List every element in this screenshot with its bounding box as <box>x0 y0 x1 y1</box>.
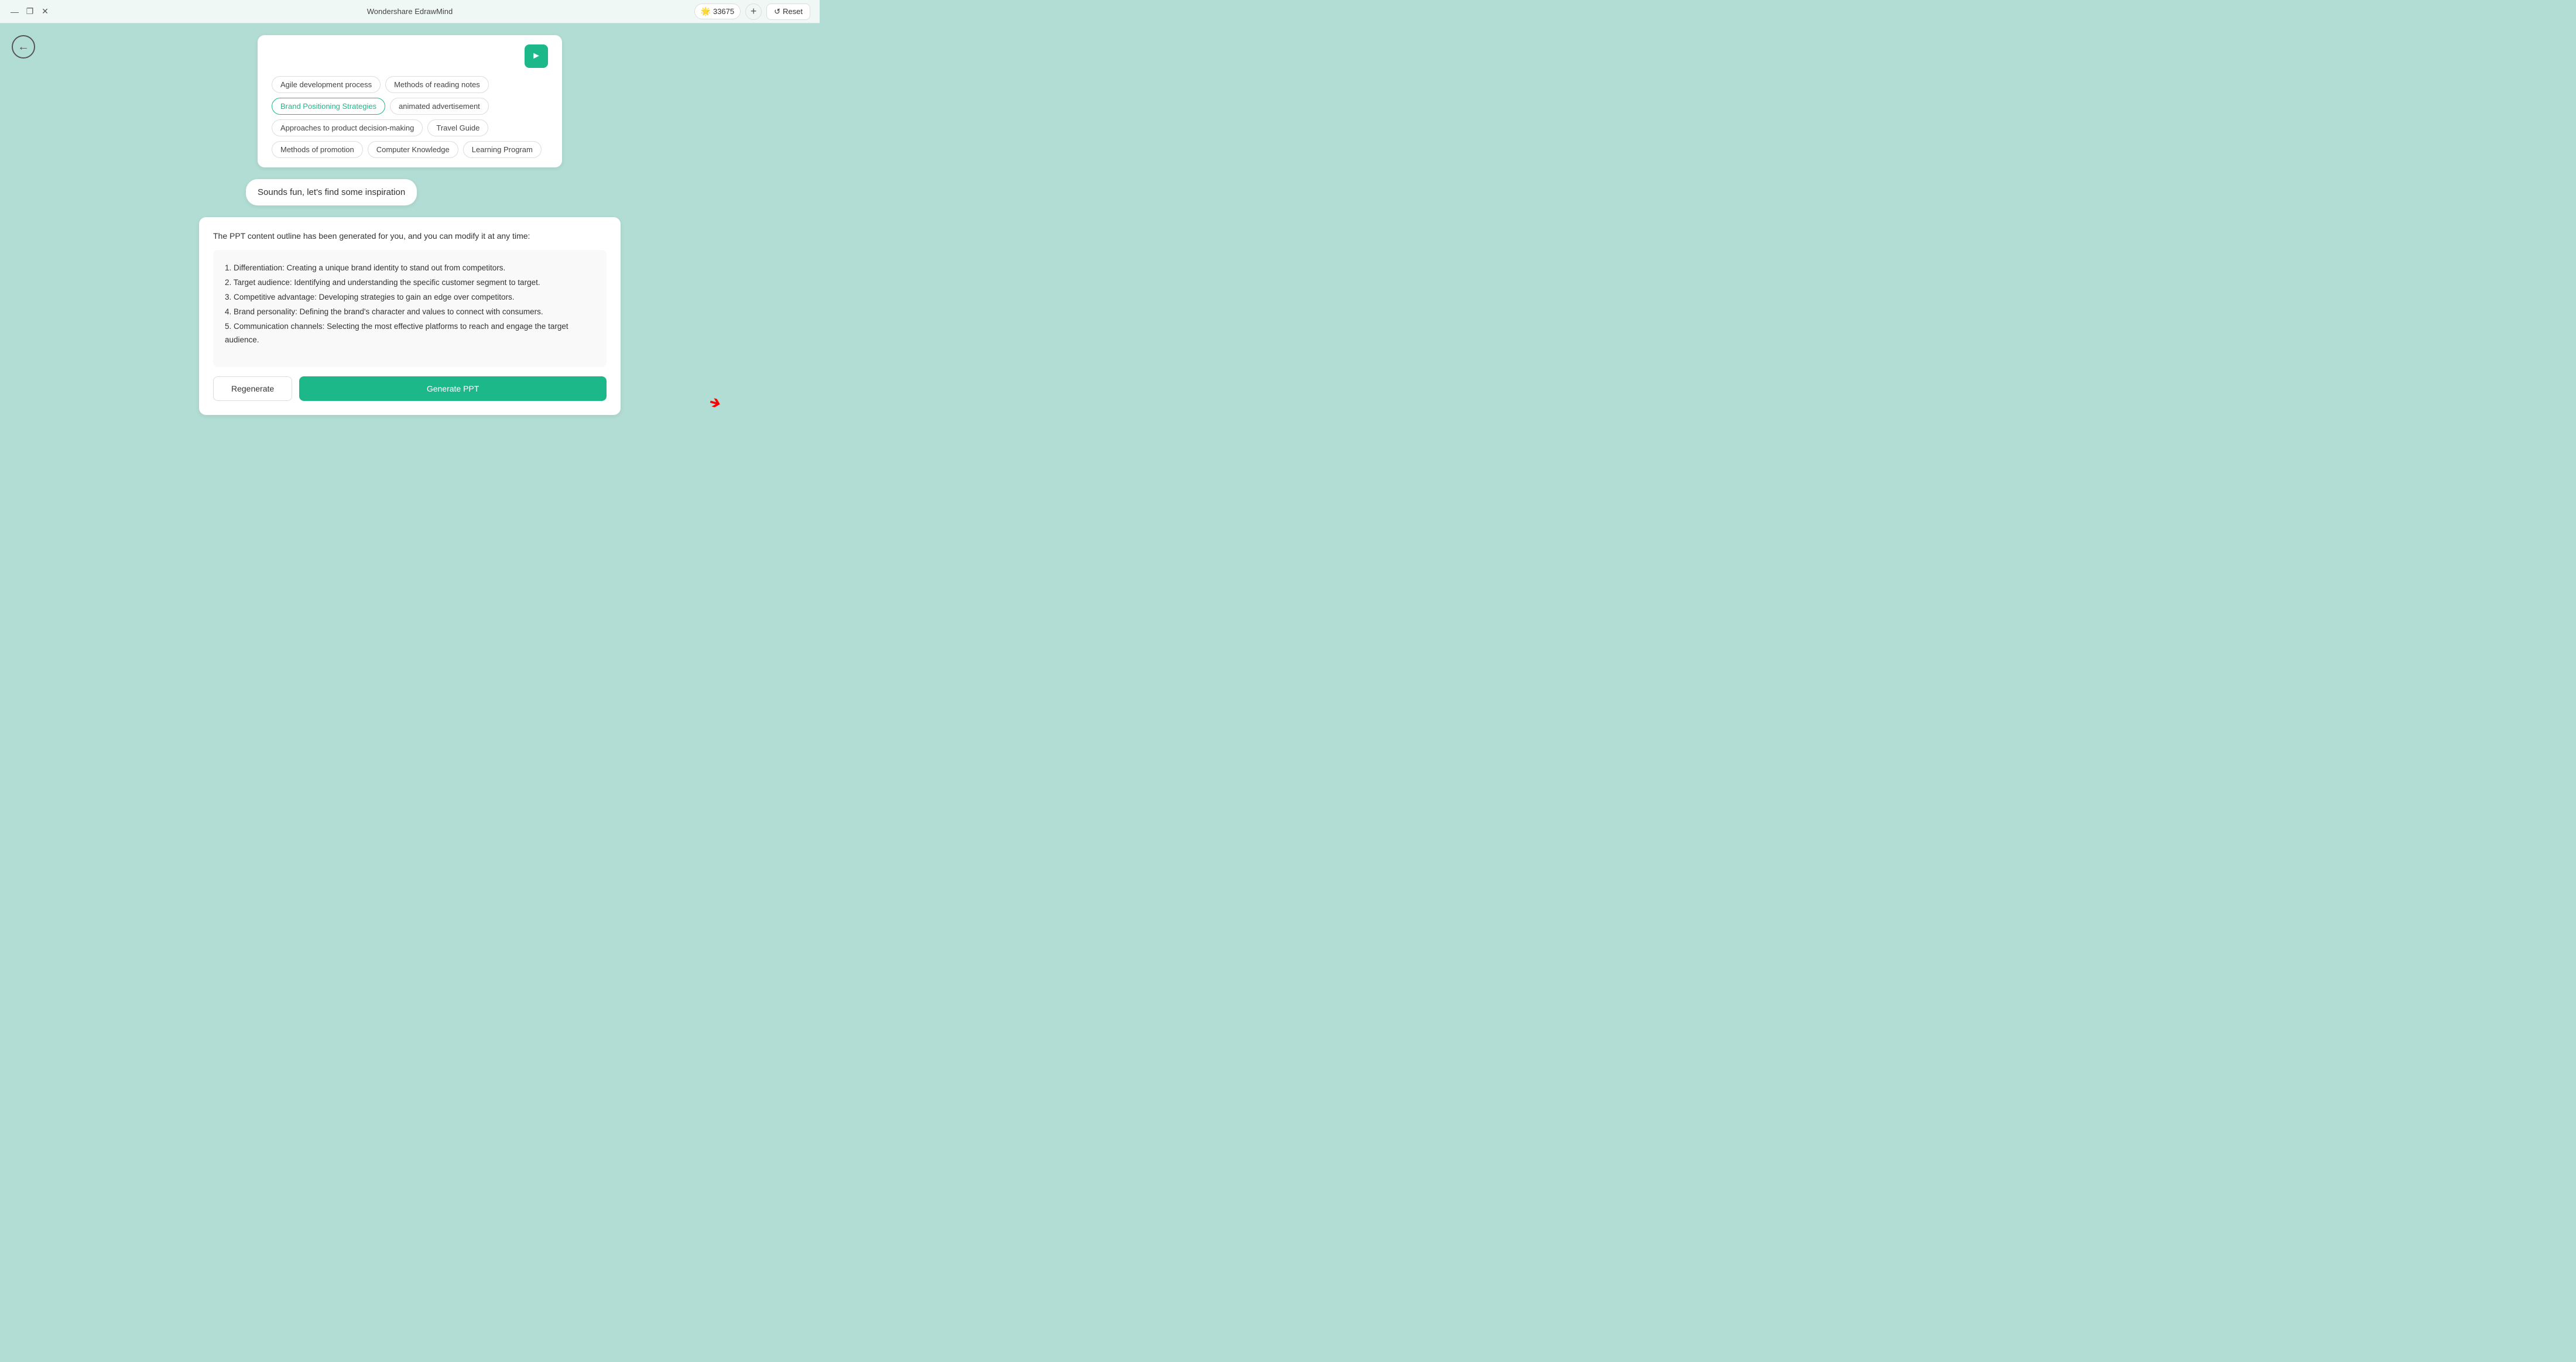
generated-header: The PPT content outline has been generat… <box>213 231 607 241</box>
add-points-button[interactable]: + <box>745 4 762 20</box>
chip-brand-positioning-strategies[interactable]: Brand Positioning Strategies <box>272 98 385 115</box>
chip-agile-development-process[interactable]: Agile development process <box>272 76 381 93</box>
regenerate-button[interactable]: Regenerate <box>213 376 292 401</box>
main-content: ← ► Agile development processMethods of … <box>0 23 820 433</box>
generated-item: 5. Communication channels: Selecting the… <box>225 320 595 347</box>
chip-methods-of-promotion[interactable]: Methods of promotion <box>272 141 363 158</box>
reset-button[interactable]: ↺ Reset <box>766 4 810 20</box>
chip-approaches-to-product-decision-making[interactable]: Approaches to product decision-making <box>272 119 423 136</box>
chip-learning-program[interactable]: Learning Program <box>463 141 542 158</box>
reset-label: Reset <box>783 7 803 16</box>
maximize-button[interactable]: ❐ <box>25 6 35 17</box>
minimize-button[interactable]: — <box>9 6 20 17</box>
generated-card: The PPT content outline has been generat… <box>199 217 621 415</box>
generated-item: 1. Differentiation: Creating a unique br… <box>225 262 595 275</box>
app-title: Wondershare EdrawMind <box>367 7 453 16</box>
generated-item: 2. Target audience: Identifying and unde… <box>225 276 595 290</box>
chip-travel-guide[interactable]: Travel Guide <box>427 119 488 136</box>
chip-methods-of-reading-notes[interactable]: Methods of reading notes <box>385 76 489 93</box>
points-icon: 🌟 <box>701 6 711 16</box>
topic-card: ► Agile development processMethods of re… <box>258 35 562 167</box>
points-value: 33675 <box>713 7 734 16</box>
topic-input-row: ► <box>272 44 548 68</box>
points-badge: 🌟 33675 <box>694 4 741 19</box>
topic-chips: Agile development processMethods of read… <box>272 76 548 158</box>
title-bar-right: 🌟 33675 + ↺ Reset <box>694 4 810 20</box>
topic-input[interactable] <box>272 52 520 61</box>
window-controls: — ❐ ✕ <box>9 6 50 17</box>
back-button[interactable]: ← <box>12 35 35 59</box>
generate-ppt-button[interactable]: Generate PPT <box>299 376 607 401</box>
fun-bubble: Sounds fun, let's find some inspiration <box>246 179 417 205</box>
chip-computer-knowledge[interactable]: Computer Knowledge <box>368 141 458 158</box>
close-button[interactable]: ✕ <box>40 6 50 17</box>
send-button[interactable]: ► <box>525 44 548 68</box>
title-bar: — ❐ ✕ Wondershare EdrawMind 🌟 33675 + ↺ … <box>0 0 820 23</box>
generated-item: 3. Competitive advantage: Developing str… <box>225 291 595 304</box>
generated-content: 1. Differentiation: Creating a unique br… <box>213 250 607 367</box>
generated-item: 4. Brand personality: Defining the brand… <box>225 306 595 319</box>
center-column: ► Agile development processMethods of re… <box>12 35 808 415</box>
action-row: Regenerate Generate PPT <box>213 376 607 401</box>
reset-icon: ↺ <box>774 7 780 16</box>
chip-animated-advertisement[interactable]: animated advertisement <box>390 98 489 115</box>
